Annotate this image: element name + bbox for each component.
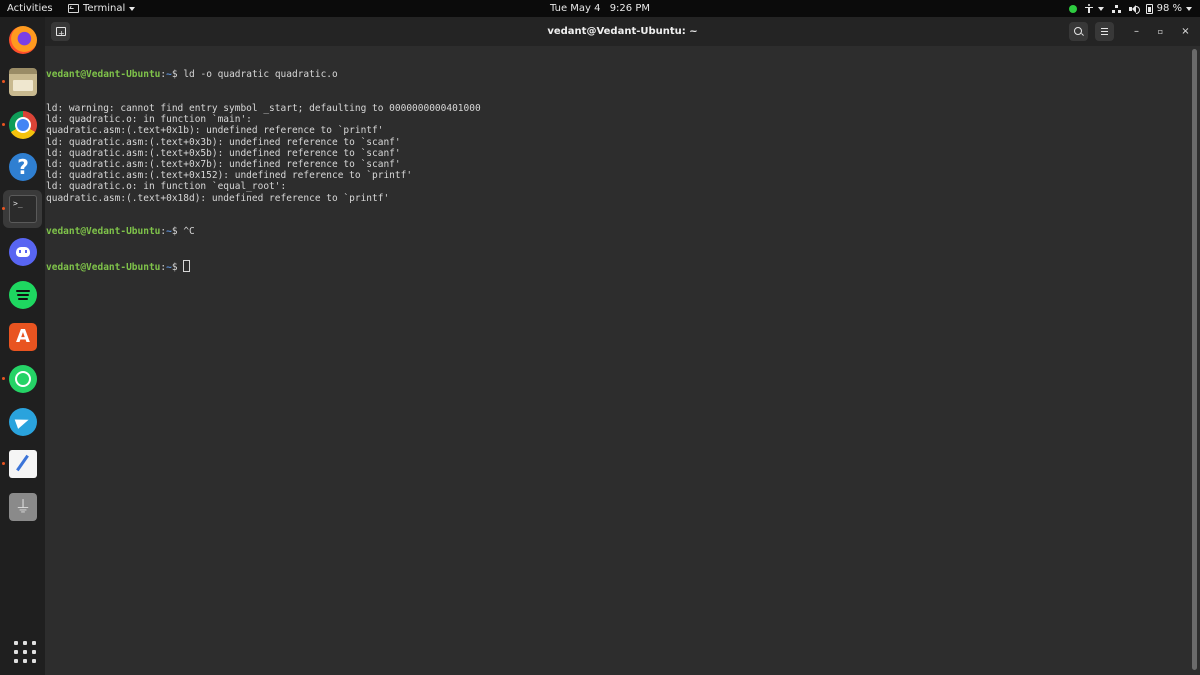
- running-indicator: [2, 123, 5, 126]
- telegram-icon: [9, 408, 37, 436]
- dock-item-usb-drive[interactable]: ⏚: [3, 488, 42, 526]
- prompt-symbol: $: [171, 69, 184, 81]
- dock-item-chrome[interactable]: [2, 106, 42, 144]
- help-icon: ?: [9, 153, 37, 181]
- battery-percent: 98 %: [1156, 3, 1182, 14]
- menu-button[interactable]: [1095, 22, 1114, 41]
- dock-item-spotify[interactable]: [3, 276, 42, 314]
- prompt-symbol: $: [171, 226, 184, 238]
- system-tray[interactable]: 98 %: [1068, 0, 1192, 17]
- scrollbar[interactable]: [1192, 46, 1198, 675]
- dock-item-terminal[interactable]: >_: [2, 190, 42, 228]
- hamburger-icon: [1101, 28, 1108, 29]
- restore-icon: ▫: [1157, 27, 1164, 36]
- command-text: ld -o quadratic quadratic.o: [183, 69, 338, 81]
- prompt-line: vedant@Vedant-Ubuntu:~$ ^C: [46, 226, 1190, 237]
- network-icon[interactable]: [1111, 4, 1121, 13]
- app-grid-icon: [14, 641, 36, 663]
- prompt-line: vedant@Vedant-Ubuntu:~$: [46, 259, 1190, 273]
- prompt-symbol: $: [171, 261, 184, 273]
- prompt-user: vedant@Vedant-Ubuntu: [46, 69, 161, 81]
- terminal-window: vedant@Vedant-Ubuntu: ~ – ▫ × vedant@Ved…: [45, 17, 1200, 675]
- spotify-icon: [9, 281, 37, 309]
- search-icon: [1074, 27, 1082, 35]
- accessibility-menu[interactable]: [1084, 4, 1104, 13]
- dock-item-firefox[interactable]: [3, 21, 42, 59]
- terminal-output-area[interactable]: vedant@Vedant-Ubuntu:~$ ld -o quadratic …: [45, 46, 1190, 675]
- minimize-button[interactable]: –: [1127, 22, 1146, 41]
- firefox-icon: [9, 26, 37, 54]
- close-button[interactable]: ×: [1176, 22, 1195, 41]
- running-indicator: [2, 462, 5, 465]
- output-line: ld: quadratic.asm:(.text+0x7b): undefine…: [46, 158, 401, 170]
- terminal-icon: >_: [9, 195, 37, 223]
- output-line: ld: warning: cannot find entry symbol _s…: [46, 103, 481, 114]
- show-applications-button[interactable]: [3, 632, 42, 670]
- output-line: quadratic.asm:(.text+0x1b): undefined re…: [46, 125, 384, 137]
- chrome-icon: [9, 111, 37, 139]
- battery-icon: [1145, 3, 1153, 14]
- running-indicator: [2, 207, 5, 210]
- dock-item-text-editor[interactable]: [2, 445, 42, 483]
- close-icon: ×: [1181, 26, 1190, 37]
- volume-icon[interactable]: [1128, 4, 1140, 14]
- command-output: ld: warning: cannot find entry symbol _s…: [46, 103, 1190, 204]
- top-bar: Activities Terminal Tue May 4 9:26 PM 98…: [0, 0, 1200, 17]
- running-indicator: [2, 80, 5, 83]
- whatsapp-icon: [9, 365, 37, 393]
- output-line: quadratic.asm:(.text+0x18d): undefined r…: [46, 192, 390, 204]
- accessibility-icon: [1084, 4, 1093, 13]
- software-store-icon: A: [9, 323, 37, 351]
- scrollbar-thumb[interactable]: [1192, 49, 1197, 670]
- prompt-user: vedant@Vedant-Ubuntu: [46, 261, 161, 273]
- dock-item-whatsapp[interactable]: [2, 360, 42, 398]
- search-button[interactable]: [1069, 22, 1088, 41]
- text-cursor: [183, 259, 191, 272]
- text-editor-icon: [9, 450, 37, 478]
- minimize-icon: –: [1134, 26, 1139, 37]
- usb-drive-icon: ⏚: [9, 493, 37, 521]
- header-bar[interactable]: vedant@Vedant-Ubuntu: ~ – ▫ ×: [45, 17, 1200, 46]
- output-line: ld: quadratic.asm:(.text+0x3b): undefine…: [46, 136, 401, 148]
- dock-item-files[interactable]: [2, 63, 42, 101]
- running-indicator: [2, 377, 5, 380]
- window-title: vedant@Vedant-Ubuntu: ~: [547, 26, 698, 37]
- dock-item-help[interactable]: ?: [3, 148, 42, 186]
- output-line: ld: quadratic.asm:(.text+0x152): undefin…: [46, 170, 413, 182]
- discord-icon: [9, 238, 37, 266]
- prompt-user: vedant@Vedant-Ubuntu: [46, 226, 161, 238]
- maximize-button[interactable]: ▫: [1151, 22, 1170, 41]
- output-line: ld: quadratic.o: in function `equal_root…: [46, 181, 287, 193]
- clock-date: Tue May 4: [550, 3, 601, 14]
- clock-button[interactable]: Tue May 4 9:26 PM: [0, 0, 1200, 17]
- terminal-text: vedant@Vedant-Ubuntu:~$ ld -o quadratic …: [45, 46, 1190, 293]
- command-text: ^C: [183, 226, 195, 238]
- output-line: ld: quadratic.o: in function `main':: [46, 114, 252, 126]
- prompt-line: vedant@Vedant-Ubuntu:~$ ld -o quadratic …: [46, 69, 1190, 80]
- power-menu[interactable]: 98 %: [1145, 0, 1192, 17]
- dock-item-discord[interactable]: [3, 233, 42, 271]
- dock: ? >_ A ⏚: [0, 17, 45, 675]
- dock-item-telegram[interactable]: [3, 403, 42, 441]
- chevron-down-icon: [1097, 6, 1104, 11]
- output-line: ld: quadratic.asm:(.text+0x5b): undefine…: [46, 147, 401, 159]
- chevron-down-icon: [1186, 6, 1192, 11]
- whatsapp-tray-icon[interactable]: [1068, 4, 1077, 13]
- clock-time: 9:26 PM: [609, 3, 650, 14]
- dock-item-software-store[interactable]: A: [3, 318, 42, 356]
- files-icon: [9, 68, 37, 96]
